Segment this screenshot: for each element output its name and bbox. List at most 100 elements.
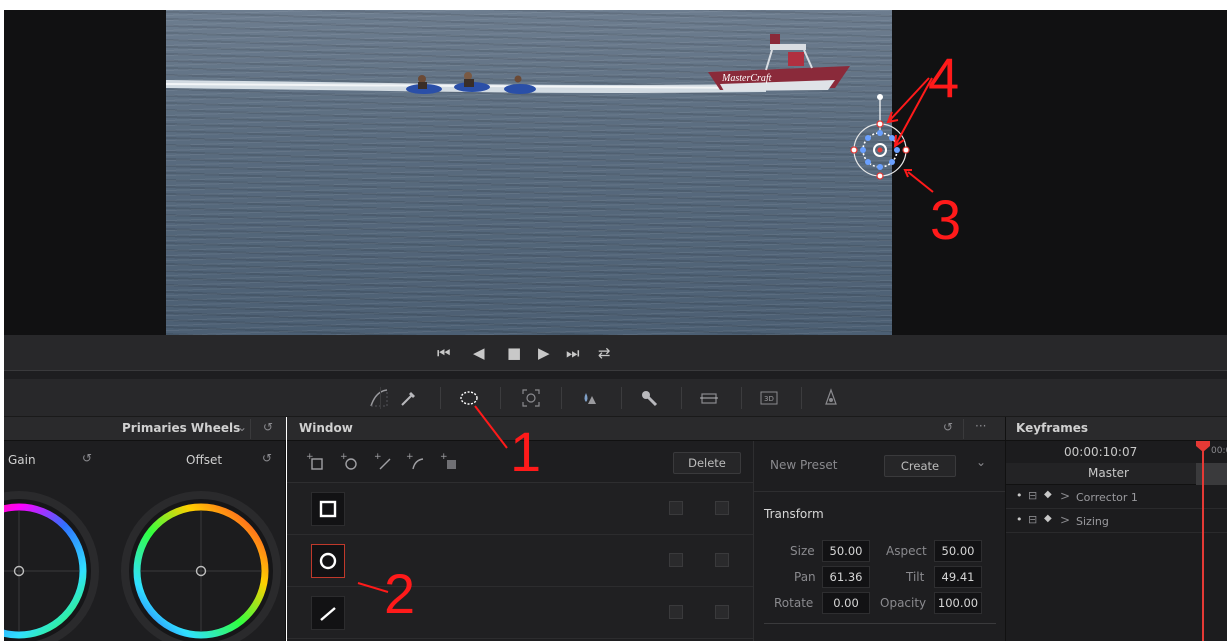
delete-button[interactable]: Delete [673, 452, 741, 474]
aspect-label: Aspect [886, 544, 927, 558]
3d-label: 3D [764, 395, 774, 403]
magic-mask-icon[interactable] [820, 387, 842, 409]
tilt-label: Tilt [906, 570, 925, 584]
annotation-label-4: 4 [928, 46, 960, 109]
invert-toggle[interactable] [669, 605, 683, 619]
size-label: Size [790, 544, 815, 558]
reverse-button[interactable]: ◀ [473, 344, 485, 362]
key-icon[interactable] [638, 387, 660, 409]
lock-icon[interactable]: ⊟ [1028, 513, 1037, 526]
pan-field[interactable]: 61.36 [822, 566, 870, 588]
first-frame-button[interactable]: ⏮ [437, 344, 451, 362]
rotate-label: Rotate [774, 596, 814, 610]
sizing-icon[interactable] [698, 387, 720, 409]
transform-title: Transform [764, 507, 824, 521]
chevron-down-icon[interactable]: ⌄ [237, 420, 247, 434]
aspect-field[interactable]: 50.00 [934, 540, 982, 562]
svg-text:+: + [340, 452, 348, 462]
linear-window-icon[interactable] [311, 596, 345, 630]
primaries-header: Primaries Wheels ⌄ ↺ [4, 417, 286, 441]
chevron-right-icon[interactable]: > [1060, 513, 1070, 527]
annotation-label-1: 1 [510, 420, 542, 483]
chevron-down-icon[interactable]: ⌄ [976, 455, 986, 469]
timecode[interactable]: 00:00:10:07 [1064, 445, 1137, 459]
circle-window-icon[interactable] [311, 544, 345, 578]
boat-brand: MasterCraft [721, 73, 772, 84]
transport-bar: ⏮ ◀ ■ ▶ ⏭ ⇄ [4, 335, 1227, 371]
window-header: Window ↺ ··· [287, 417, 1005, 441]
mask-toggle[interactable] [715, 501, 729, 515]
loop-button[interactable]: ⇄ [598, 344, 611, 362]
keyframes-header: Keyframes [1006, 417, 1227, 441]
divider [4, 371, 1227, 379]
app-root: MasterCraft ⏮ ◀ ■ ▶ ⏭ ⇄ 3D Primaries Whe… [0, 0, 1227, 641]
track-dot-icon[interactable]: • [1016, 489, 1023, 502]
chevron-right-icon[interactable]: > [1060, 489, 1070, 503]
square-window-icon[interactable] [311, 492, 345, 526]
qualifier-eyedropper-icon[interactable] [398, 387, 420, 409]
playhead-marker[interactable] [1195, 441, 1211, 453]
tuber [454, 72, 490, 92]
add-curve-window-icon[interactable]: + [405, 451, 427, 473]
primaries-title[interactable]: Primaries Wheels [122, 421, 240, 435]
lock-icon[interactable]: ⊟ [1028, 489, 1037, 502]
svg-text:+: + [374, 452, 382, 462]
mask-toggle[interactable] [715, 605, 729, 619]
window-icon[interactable] [458, 387, 480, 409]
keyframe-track-corrector[interactable]: • ⊟ ◆ > Corrector 1 [1006, 487, 1227, 509]
annotation-label-3: 3 [930, 188, 962, 251]
track-dot-icon[interactable]: • [1016, 513, 1023, 526]
tilt-field[interactable]: 49.41 [934, 566, 982, 588]
invert-toggle[interactable] [669, 553, 683, 567]
offset-wheel[interactable] [121, 491, 281, 641]
mask-toggle[interactable] [715, 553, 729, 567]
keyframe-diamond-icon[interactable]: ◆ [1044, 513, 1052, 524]
opacity-field[interactable]: 100.00 [934, 592, 982, 614]
svg-text:+: + [440, 452, 448, 462]
tuber [406, 75, 442, 94]
reset-icon[interactable]: ↺ [263, 420, 273, 434]
rotate-field[interactable]: 0.00 [822, 592, 870, 614]
add-gradient-window-icon[interactable]: + [439, 451, 461, 473]
keyframe-diamond-icon[interactable]: ◆ [1044, 489, 1052, 500]
3d-icon[interactable]: 3D [758, 387, 780, 409]
playhead[interactable] [1202, 441, 1204, 641]
gain-wheel[interactable] [4, 491, 99, 641]
reset-icon[interactable]: ↺ [943, 420, 953, 434]
boat: MasterCraft [708, 34, 850, 91]
stop-button[interactable]: ■ [507, 344, 521, 362]
svg-text:+: + [406, 452, 414, 462]
add-square-window-icon[interactable]: + [305, 451, 327, 473]
color-wheels [4, 491, 281, 641]
ruler-timecode: 00:0 [1211, 446, 1227, 456]
track-label: Sizing [1076, 515, 1109, 528]
add-linear-window-icon[interactable]: + [373, 451, 395, 473]
tuber [504, 75, 536, 94]
keyframe-track-sizing[interactable]: • ⊟ ◆ > Sizing [1006, 511, 1227, 533]
play-button[interactable]: ▶ [538, 344, 550, 362]
invert-toggle[interactable] [669, 501, 683, 515]
center-handle[interactable] [877, 147, 883, 153]
track-label: Corrector 1 [1076, 491, 1138, 504]
keyframes-title: Keyframes [1016, 421, 1089, 435]
tracker-icon[interactable] [520, 387, 542, 409]
window-row-circle[interactable] [287, 535, 753, 587]
window-row-square[interactable] [287, 483, 753, 535]
master-row[interactable]: Master [1006, 463, 1196, 485]
add-circle-window-icon[interactable]: + [339, 451, 361, 473]
blur-icon[interactable] [578, 387, 600, 409]
annotation-label-2: 2 [384, 562, 416, 625]
more-options-icon[interactable]: ··· [975, 419, 986, 433]
primaries-panel: Primaries Wheels ⌄ ↺ Gain ↺ Offset ↺ [4, 417, 286, 641]
window-row-linear[interactable] [287, 587, 753, 639]
curves-icon[interactable] [368, 387, 390, 409]
master-label: Master [1088, 466, 1129, 480]
rotation-handle[interactable] [877, 94, 883, 100]
preset-transform-area: New Preset Create ⌄ Transform Size 50.00… [753, 441, 1006, 641]
pan-label: Pan [794, 570, 816, 584]
window-shape-list [287, 483, 753, 641]
last-frame-button[interactable]: ⏭ [566, 344, 580, 362]
create-preset-button[interactable]: Create [884, 455, 956, 477]
size-field[interactable]: 50.00 [822, 540, 870, 562]
opacity-label: Opacity [880, 596, 927, 610]
